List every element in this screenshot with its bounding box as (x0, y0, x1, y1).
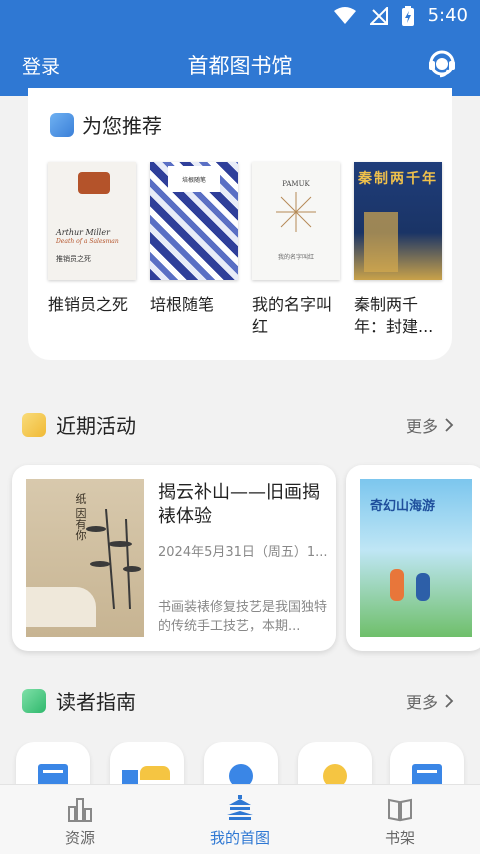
clock: 5:40 (427, 5, 468, 26)
chevron-right-icon (445, 694, 454, 708)
book-cover[interactable]: 秦制两千年 (354, 162, 442, 280)
tab-label: 我的首图 (209, 829, 270, 847)
temple-icon (227, 795, 253, 820)
guide-title: 读者指南 (56, 690, 136, 714)
page-title: 首都图书馆 (187, 54, 293, 78)
activities-header: 近期活动 (22, 410, 136, 439)
book-name: 培根随笔 (150, 295, 215, 314)
guide-more-label: 更多 (405, 693, 438, 712)
book-item[interactable]: 秦制两千年 秦制两千年：封建... (354, 162, 444, 338)
book-item[interactable]: Arthur Miller Death of a Salesman 推销员之死 … (48, 162, 138, 316)
activity-title: 揭云补山——旧画揭裱体验 (158, 482, 320, 527)
activity-card[interactable]: 奇幻山海游 (346, 465, 480, 651)
customer-service-icon[interactable] (426, 48, 458, 80)
tab-my-library[interactable]: 我的首图 (180, 793, 300, 848)
bottom-tab-bar: 资源 我的首图 书架 (0, 784, 480, 854)
activities-title: 近期活动 (56, 414, 136, 438)
app-header: 5:40 登录 首都图书馆 (0, 0, 480, 96)
activity-description: 书画装裱修复技艺是我国独特的传统手工技艺，本期... (158, 600, 328, 634)
activity-card[interactable]: 纸 因有你 揭云补山——旧画揭裱体验 2024年5月31日（周五）1... 书画… (12, 465, 336, 651)
cover-author: Arthur Miller (56, 228, 110, 237)
poster-text: 奇幻山海游 (370, 499, 436, 514)
no-signal-icon (369, 6, 388, 25)
tab-bookshelf[interactable]: 书架 (340, 793, 460, 848)
guide-item[interactable] (298, 742, 372, 787)
book-cover[interactable]: Arthur Miller Death of a Salesman 推销员之死 (48, 162, 136, 280)
chevron-right-icon (445, 418, 454, 432)
guide-header: 读者指南 (22, 686, 136, 715)
cover-label: 培根随笔 (168, 166, 220, 192)
bamboo-illustration (86, 509, 141, 609)
cover-cn-title: 秦制两千年 (358, 171, 438, 187)
cover-subtitle: Death of a Salesman (56, 238, 119, 245)
recommend-title: 为您推荐 (82, 114, 162, 138)
cover-cn-title: 我的名字叫红 (277, 254, 314, 261)
activities-section-icon (22, 412, 46, 437)
guide-item[interactable] (110, 742, 184, 787)
status-bar: 5:40 (0, 0, 480, 32)
activities-more-link[interactable]: 更多 (406, 413, 454, 437)
character-illustration (390, 569, 404, 601)
tab-resources[interactable]: 资源 (20, 793, 140, 848)
star-illustration (276, 192, 316, 232)
book-name: 推销员之死 (48, 295, 129, 314)
recommend-card: 为您推荐 Arthur Miller Death of a Salesman 推… (28, 88, 452, 360)
book-cover[interactable]: PAMUK 我的名字叫红 (252, 162, 340, 280)
book-name: 秦制两千年：封建... (354, 295, 434, 336)
activities-more-label: 更多 (405, 417, 438, 436)
book-cover[interactable]: 培根随笔 (150, 162, 238, 280)
guide-section-icon (22, 688, 46, 713)
poster-text: 纸 因有你 (74, 493, 87, 541)
battery-charging-icon (401, 5, 414, 26)
book-name: 我的名字叫红 (252, 295, 333, 336)
book-item[interactable]: 培根随笔 培根随笔 (150, 162, 240, 316)
guide-items (0, 742, 480, 787)
recommend-section-icon (50, 112, 74, 137)
tab-label: 资源 (64, 829, 95, 847)
guide-item[interactable] (390, 742, 464, 787)
activity-poster: 纸 因有你 (26, 479, 144, 637)
guide-item[interactable] (16, 742, 90, 787)
cover-cn-title: 培根随笔 (181, 177, 206, 184)
cover-cn-title: 推销员之死 (56, 255, 91, 263)
guide-item[interactable] (204, 742, 278, 787)
character-illustration (416, 573, 430, 601)
tower-illustration (364, 212, 398, 272)
activity-poster: 奇幻山海游 (360, 479, 472, 637)
bar-chart-icon (68, 798, 92, 822)
cover-author: PAMUK (282, 180, 310, 188)
tab-label: 书架 (384, 829, 415, 847)
suitcase-illustration (78, 172, 110, 194)
activity-date: 2024年5月31日（周五）1... (158, 545, 328, 560)
wifi-icon (333, 6, 356, 24)
guide-more-link[interactable]: 更多 (406, 689, 454, 713)
open-book-icon (388, 798, 412, 822)
book-item[interactable]: PAMUK 我的名字叫红 我的名字叫红 (252, 162, 342, 338)
